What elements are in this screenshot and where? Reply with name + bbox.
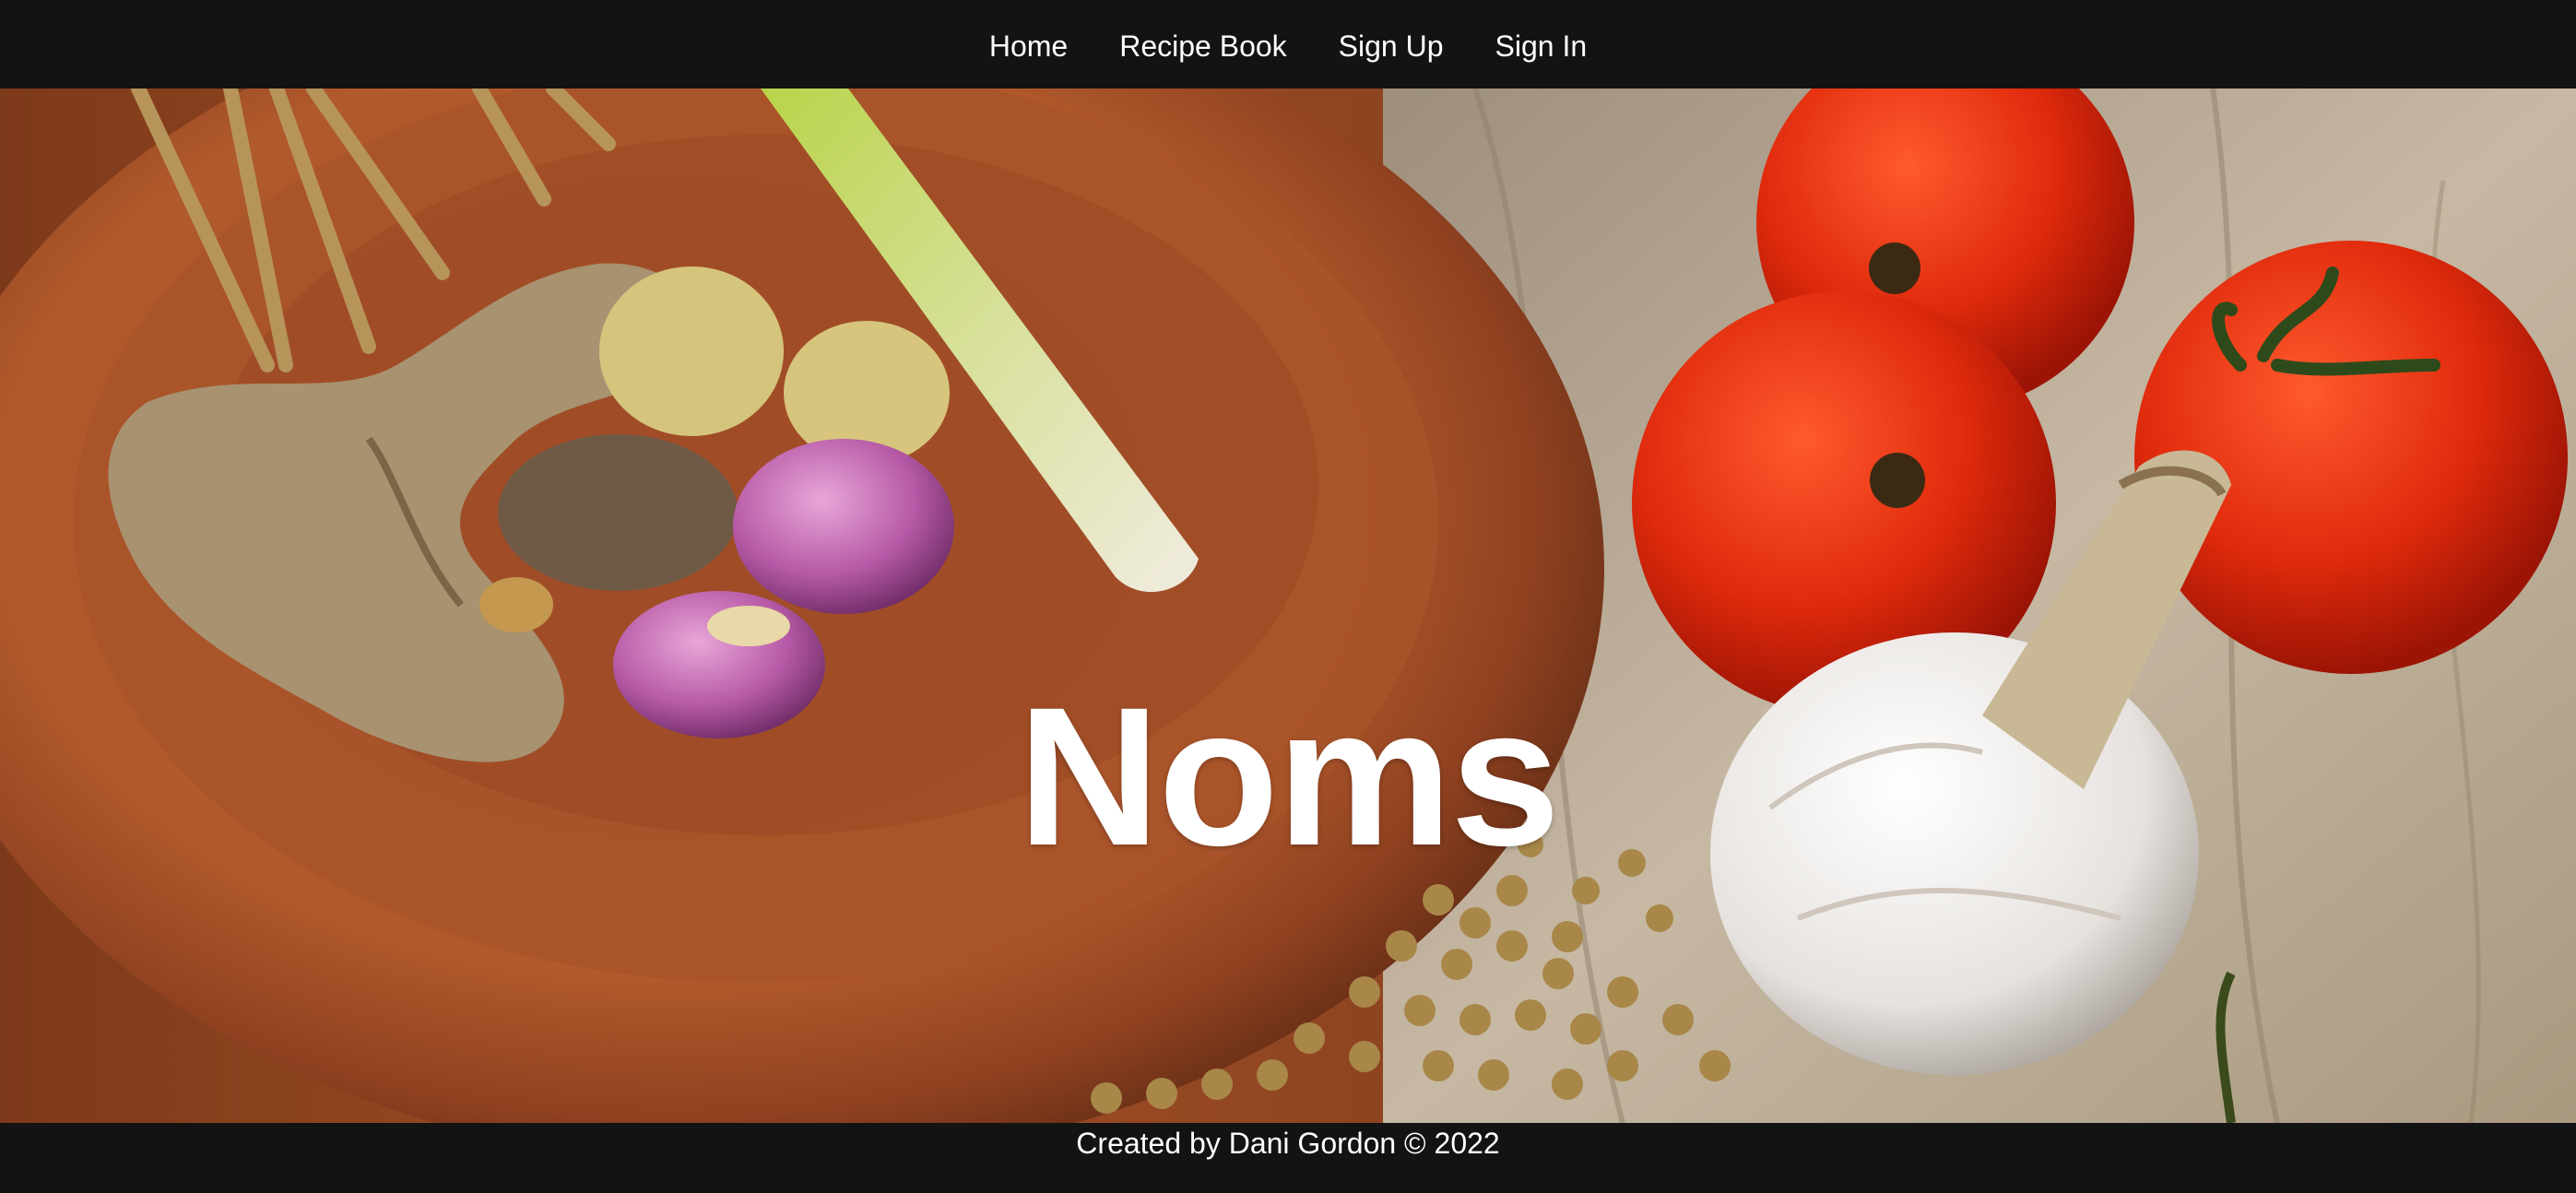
hero-section: Noms <box>0 89 2576 1123</box>
nav-link-sign-in[interactable]: Sign In <box>1495 26 1588 64</box>
nav-link-sign-up[interactable]: Sign Up <box>1339 26 1444 64</box>
hero-title: Noms <box>1017 667 1561 887</box>
navbar: Home Recipe Book Sign Up Sign In <box>0 0 2576 89</box>
hero-background-image <box>0 89 2576 1123</box>
footer: Created by Dani Gordon © 2022 <box>0 1123 2576 1193</box>
nav-link-recipe-book[interactable]: Recipe Book <box>1119 26 1286 64</box>
nav-link-home[interactable]: Home <box>989 26 1068 64</box>
footer-credit-text: Created by Dani Gordon © 2022 <box>1076 1127 1500 1160</box>
